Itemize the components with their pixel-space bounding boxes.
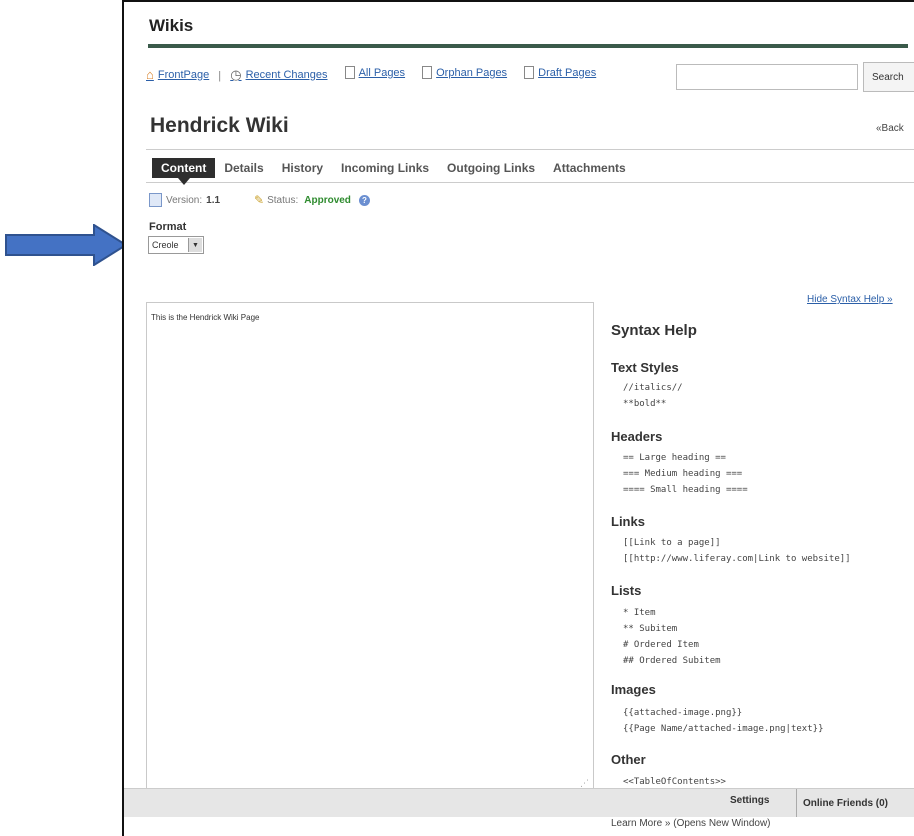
wiki-editor[interactable]: This is the Hendrick Wiki Page ⋰ <box>146 302 594 792</box>
version-icon <box>149 193 162 207</box>
nav-draft-pages[interactable]: Draft Pages <box>524 66 596 79</box>
chevron-down-icon: ▼ <box>188 238 202 252</box>
syntax-example: [[Link to a page]] [[http://www.liferay.… <box>623 538 851 564</box>
dock-bar: Settings Online Friends (0) <box>124 788 914 817</box>
page-meta: Version: 1.1 ✎ Status: Approved ? <box>149 193 370 207</box>
nav-all-pages-label: All Pages <box>358 66 406 79</box>
nav-orphan-pages-label: Orphan Pages <box>436 66 508 79</box>
wiki-nav: ⌂ FrontPage | ◷ Recent Changes All Pages… <box>146 66 610 83</box>
nav-recent-changes-label: Recent Changes <box>245 69 328 81</box>
title-divider <box>148 44 908 48</box>
syntax-heading-lists: Lists <box>611 583 642 598</box>
syntax-help-panel: Syntax Help Text Styles //italics// **bo… <box>611 322 914 787</box>
tab-bar: Content Details History Incoming Links O… <box>146 149 914 185</box>
syntax-heading-other: Other <box>611 752 646 767</box>
clock-icon: ◷ <box>230 67 242 82</box>
app-title: Wikis <box>149 16 194 35</box>
browser-frame: Wikis ⌂ FrontPage | ◷ Recent Changes All… <box>122 0 914 836</box>
syntax-heading-headers: Headers <box>611 429 663 444</box>
pencil-icon: ✎ <box>254 193 265 207</box>
syntax-heading-images: Images <box>611 682 656 697</box>
home-icon: ⌂ <box>146 67 154 82</box>
syntax-help-title: Syntax Help <box>611 322 697 339</box>
version-value: 1.1 <box>206 194 221 206</box>
nav-front-page-label: FrontPage <box>157 68 210 81</box>
online-friends-button[interactable]: Online Friends (0) <box>796 789 888 817</box>
nav-front-page[interactable]: ⌂ FrontPage <box>146 67 209 82</box>
tab-details[interactable]: Details <box>215 158 272 178</box>
syntax-heading-links: Links <box>611 514 645 529</box>
version-label: Version: <box>166 194 203 206</box>
help-icon[interactable]: ? <box>358 194 370 206</box>
tab-attachments[interactable]: Attachments <box>544 158 635 178</box>
nav-recent-changes[interactable]: ◷ Recent Changes <box>230 67 327 83</box>
hide-syntax-help-link[interactable]: Hide Syntax Help » <box>807 294 893 305</box>
tab-history[interactable]: History <box>273 158 332 178</box>
syntax-example: {{attached-image.png}} {{Page Name/attac… <box>623 708 824 734</box>
search-input[interactable] <box>676 64 858 90</box>
format-select[interactable]: Creole ▼ <box>148 236 204 254</box>
page-icon <box>524 66 535 79</box>
syntax-example: //italics// **bold** <box>623 383 683 409</box>
page-icon <box>344 66 355 79</box>
nav-separator: | <box>218 70 222 82</box>
syntax-example: * Item ** Subitem # Ordered Item ## Orde… <box>623 608 721 666</box>
search-button[interactable]: Search <box>863 62 914 92</box>
nav-draft-pages-label: Draft Pages <box>538 66 597 79</box>
tab-incoming-links[interactable]: Incoming Links <box>332 158 438 178</box>
tab-outgoing-links[interactable]: Outgoing Links <box>438 158 544 178</box>
learn-more-link[interactable]: Learn More » (Opens New Window) <box>611 818 771 829</box>
syntax-example: == Large heading == === Medium heading =… <box>623 453 748 495</box>
status-label: Status: <box>267 194 299 206</box>
format-label: Format <box>149 221 187 233</box>
format-select-value: Creole <box>152 240 179 250</box>
editor-content: This is the Hendrick Wiki Page <box>151 313 260 322</box>
settings-button[interactable]: Settings <box>730 795 769 806</box>
nav-orphan-pages[interactable]: Orphan Pages <box>422 66 507 79</box>
tab-content[interactable]: Content <box>152 158 216 185</box>
page-icon <box>422 66 433 79</box>
back-link[interactable]: «Back <box>876 123 904 134</box>
nav-all-pages[interactable]: All Pages <box>344 66 406 79</box>
pointer-arrow-icon <box>5 224 128 266</box>
page-title: Hendrick Wiki <box>150 114 289 137</box>
status-badge: Approved <box>304 194 351 206</box>
syntax-heading-text-styles: Text Styles <box>611 360 679 375</box>
